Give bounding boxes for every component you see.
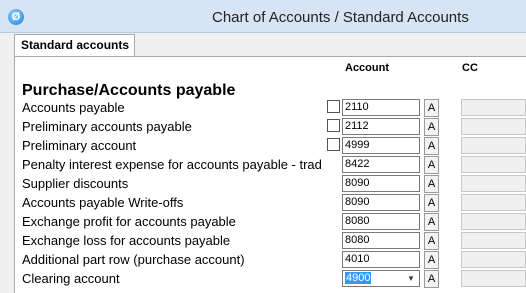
row-label: Accounts payable Write-offs: [22, 195, 184, 210]
account-lookup-button[interactable]: A: [424, 270, 439, 288]
account-field[interactable]: 2112: [342, 118, 420, 135]
account-field[interactable]: 8090: [342, 175, 420, 192]
row-label: Penalty interest expense for accounts pa…: [22, 157, 322, 172]
row-label: Exchange loss for accounts payable: [22, 233, 231, 248]
cc-field: [461, 251, 526, 268]
cc-field: [461, 137, 526, 154]
row-label: Supplier discounts: [22, 176, 129, 191]
app-icon: Ø: [8, 9, 24, 25]
row-label: Accounts payable: [22, 100, 125, 115]
account-field[interactable]: 8080: [342, 232, 420, 249]
account-lookup-button[interactable]: A: [424, 137, 439, 155]
cc-field: [461, 156, 526, 173]
account-value: 4999: [345, 139, 370, 151]
column-header-cc: CC: [462, 62, 478, 74]
title-bar: Ø Chart of Accounts / Standard Accounts: [0, 0, 526, 33]
account-lookup-button[interactable]: A: [424, 156, 439, 174]
account-field[interactable]: 4999: [342, 137, 420, 154]
account-lookup-button[interactable]: A: [424, 232, 439, 250]
account-lookup-button[interactable]: A: [424, 118, 439, 136]
row-checkbox[interactable]: [327, 138, 340, 151]
account-value: 4900: [345, 272, 372, 284]
row-label: Exchange profit for accounts payable: [22, 214, 236, 229]
account-field[interactable]: 8422: [342, 156, 420, 173]
account-field[interactable]: 2110: [342, 99, 420, 116]
chevron-down-icon[interactable]: ▾: [404, 272, 418, 285]
account-lookup-button[interactable]: A: [424, 175, 439, 193]
account-field[interactable]: 8080: [342, 213, 420, 230]
window-title: Chart of Accounts / Standard Accounts: [212, 9, 469, 26]
row-checkbox[interactable]: [327, 100, 340, 113]
section-title: Purchase/Accounts payable: [22, 82, 236, 99]
account-lookup-button[interactable]: A: [424, 99, 439, 117]
account-value: 8422: [345, 158, 370, 170]
cc-field: [461, 175, 526, 192]
account-lookup-button[interactable]: A: [424, 251, 439, 269]
cc-field: [461, 270, 526, 287]
account-value: 8080: [345, 234, 370, 246]
account-value: 2112: [345, 120, 369, 132]
row-checkbox[interactable]: [327, 119, 340, 132]
tab-standard-accounts[interactable]: Standard accounts: [14, 34, 135, 57]
cc-field: [461, 232, 526, 249]
cc-field: [461, 99, 526, 116]
row-label: Preliminary accounts payable: [22, 119, 192, 134]
account-value: 8090: [345, 196, 370, 208]
row-label: Clearing account: [22, 271, 120, 286]
account-value: 8080: [345, 215, 370, 227]
cc-field: [461, 118, 526, 135]
cc-field: [461, 194, 526, 211]
column-header-account: Account: [345, 62, 389, 74]
cc-field: [461, 213, 526, 230]
account-field[interactable]: 8090: [342, 194, 420, 211]
row-label: Preliminary account: [22, 138, 137, 153]
row-label: Additional part row (purchase account): [22, 252, 245, 267]
account-lookup-button[interactable]: A: [424, 194, 439, 212]
account-lookup-button[interactable]: A: [424, 213, 439, 231]
account-dropdown[interactable]: 4900 ▾: [342, 270, 420, 287]
account-value: 8090: [345, 177, 370, 189]
account-field[interactable]: 4010: [342, 251, 420, 268]
account-value: 2110: [345, 101, 369, 113]
account-value: 4010: [345, 253, 370, 265]
